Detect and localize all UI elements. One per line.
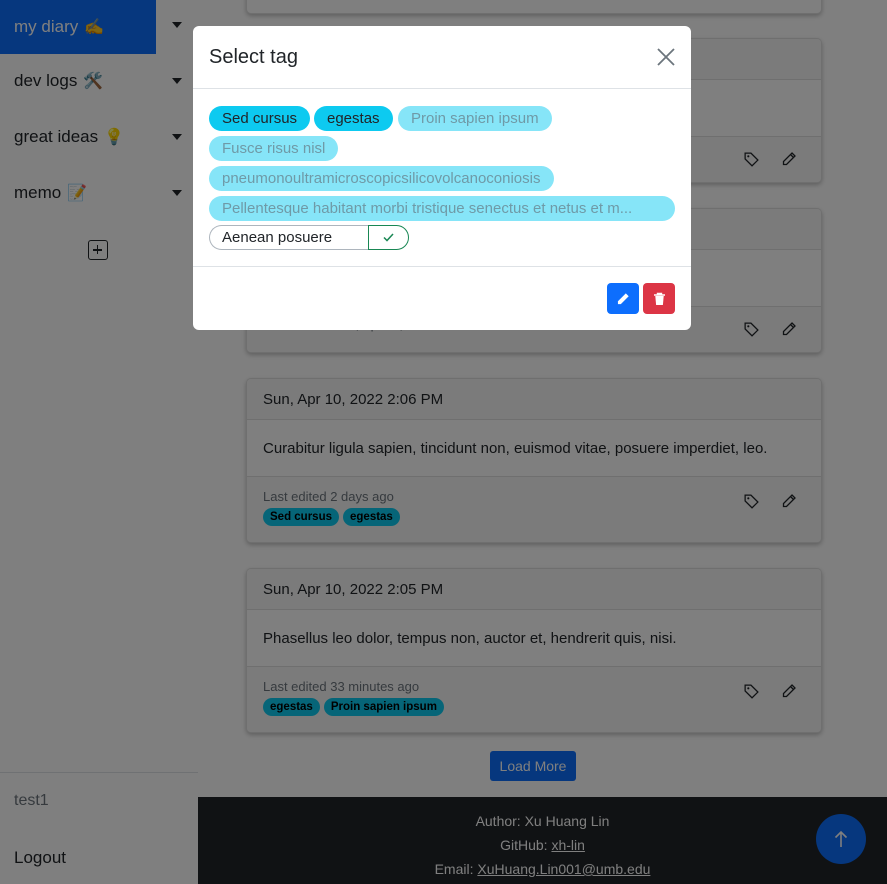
tag-option[interactable]: Fusce risus nisl [209, 136, 339, 161]
tag-option[interactable]: Proin sapien ipsum [398, 106, 552, 131]
trash-icon [653, 292, 665, 305]
modal-header: Select tag [193, 26, 691, 89]
select-tag-modal: Select tag Sed cursus egestas Proin sapi… [193, 26, 691, 330]
tag-option[interactable]: egestas [314, 106, 393, 131]
check-icon [383, 233, 394, 242]
pencil-icon [617, 292, 629, 304]
tag-option[interactable]: Pellentesque habitant morbi tristique se… [209, 196, 675, 221]
tag-option[interactable]: Sed cursus [209, 106, 311, 131]
close-icon[interactable] [656, 47, 676, 67]
delete-tag-button[interactable] [643, 283, 675, 314]
new-tag-input[interactable]: Aenean posuere [209, 225, 368, 250]
tag-option[interactable]: pneumonoultramicroscopicsilicovolcanocon… [209, 166, 554, 191]
edit-tags-button[interactable] [607, 283, 639, 314]
modal-title: Select tag [209, 45, 298, 68]
confirm-tag-button[interactable] [368, 225, 409, 250]
